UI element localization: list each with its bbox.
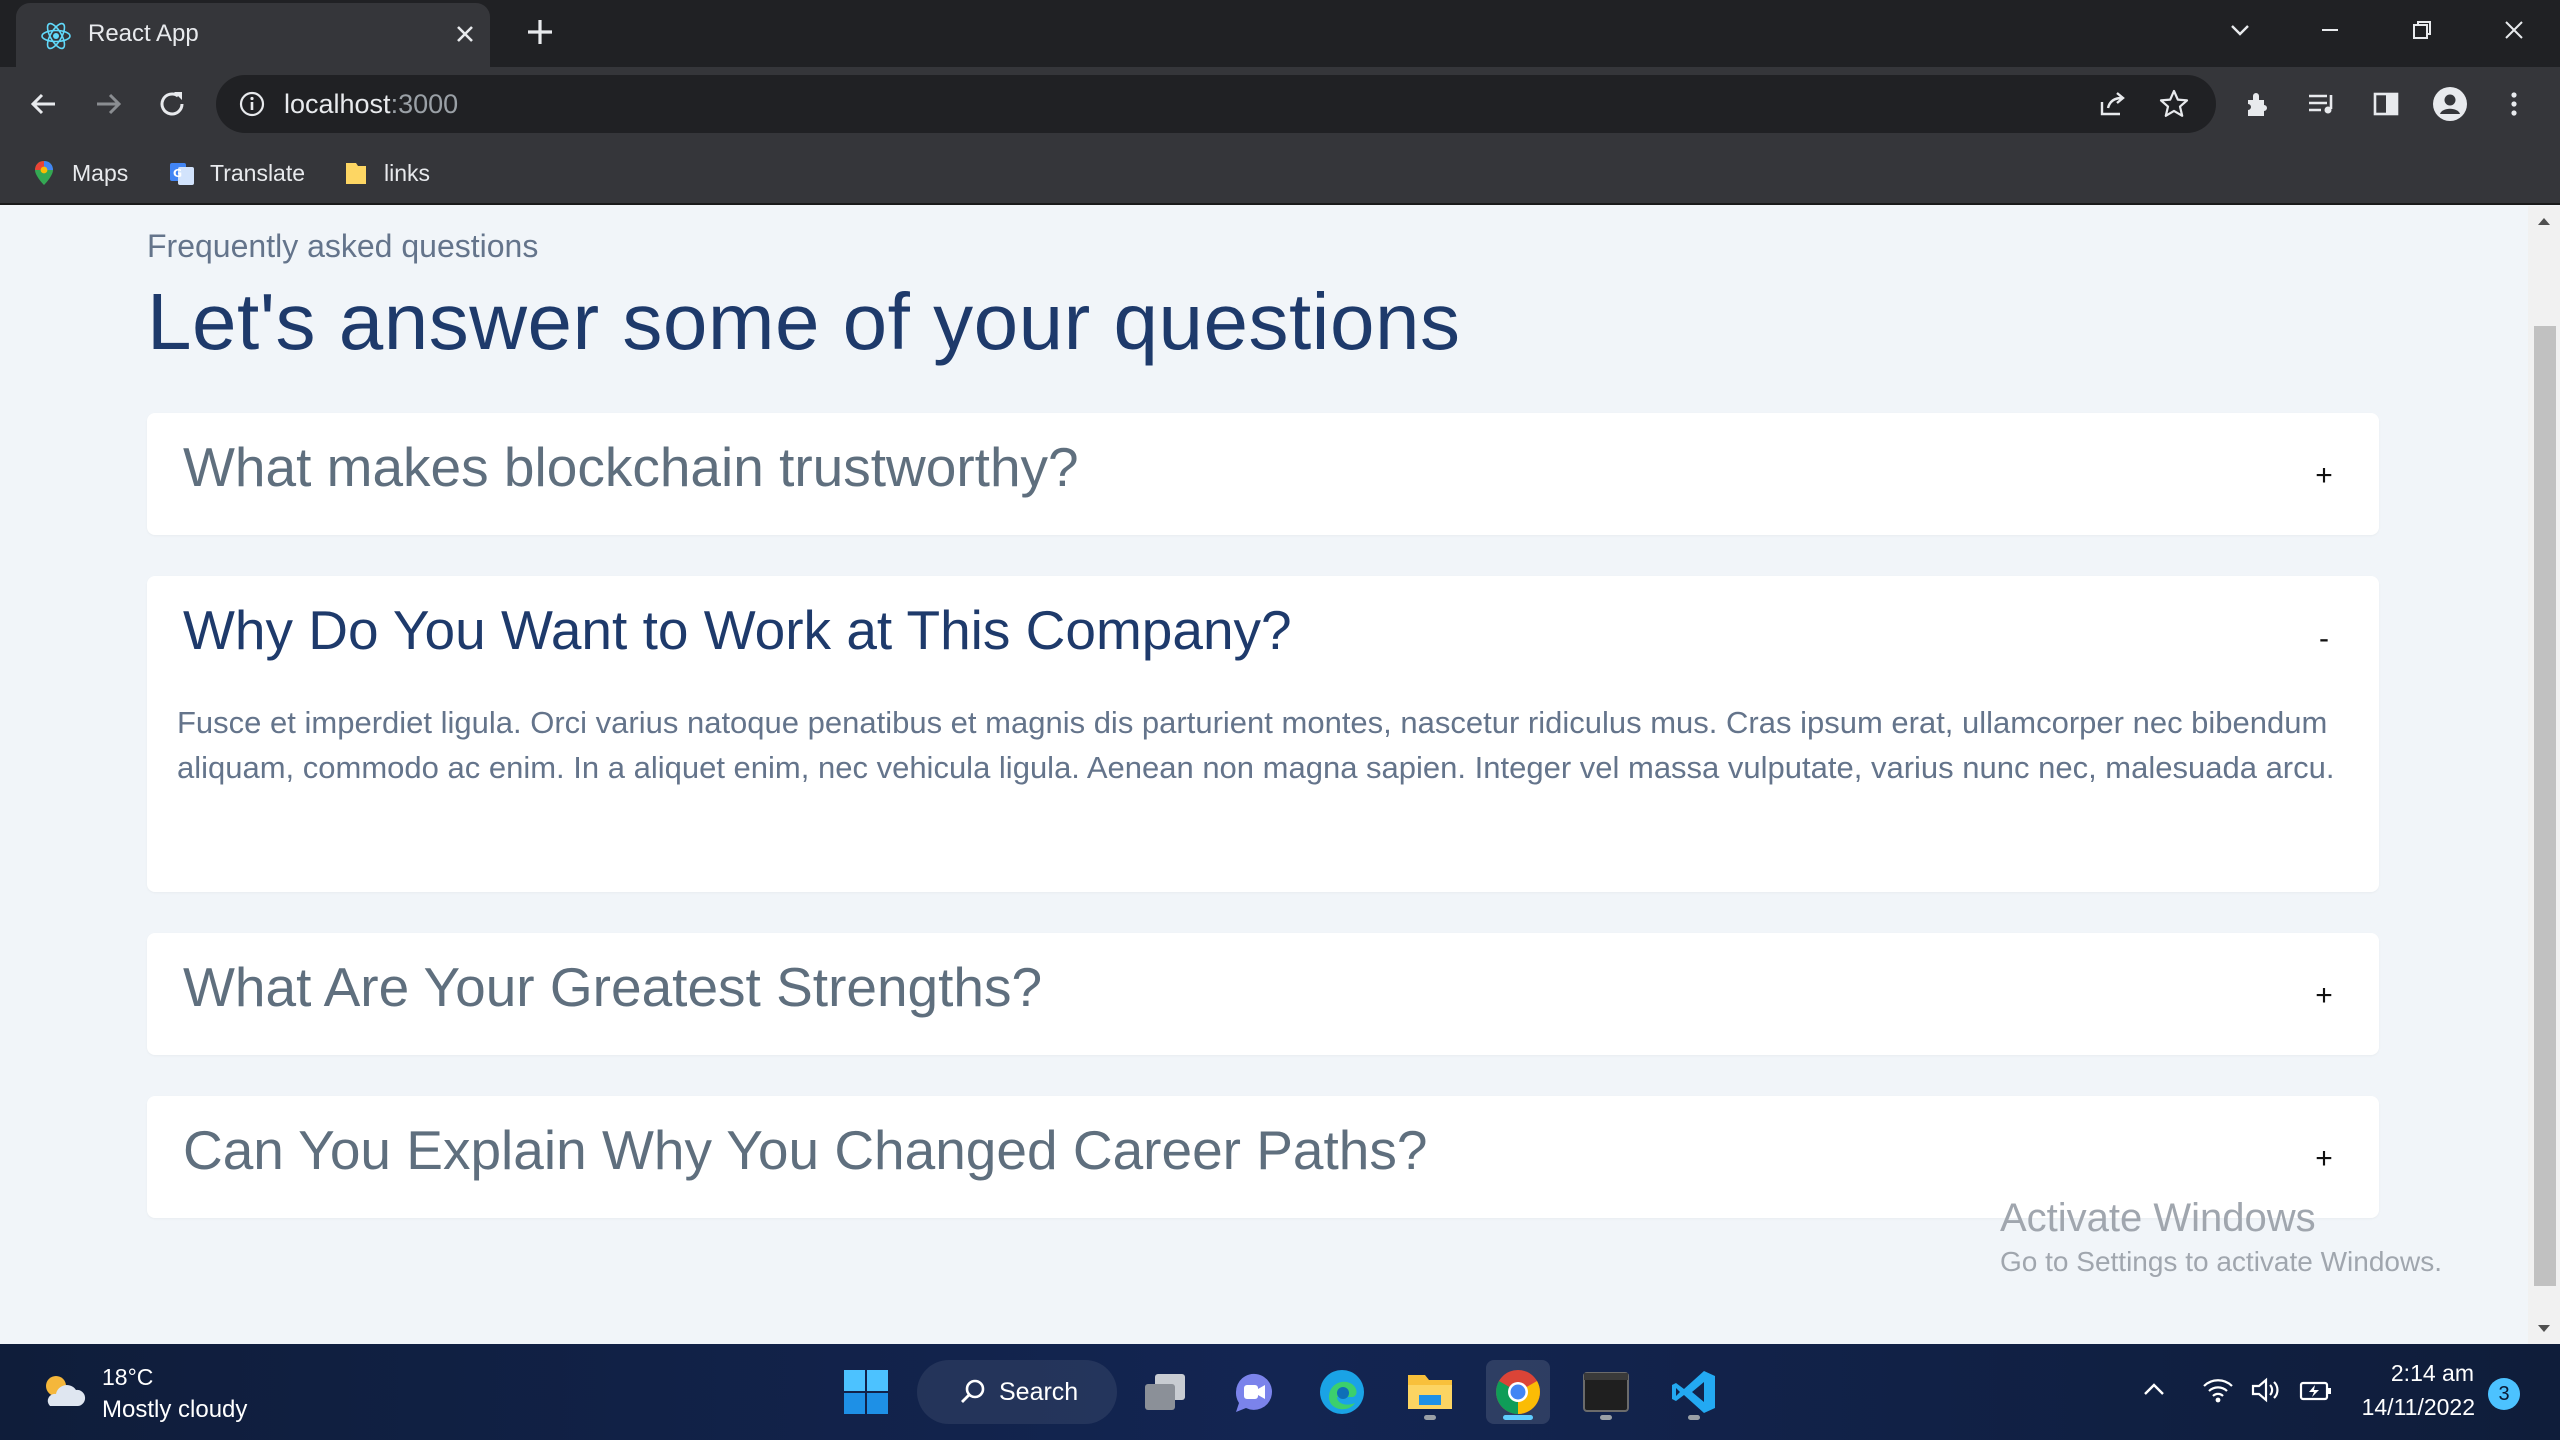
start-button[interactable] [834,1360,898,1424]
faq-item-open[interactable]: Why Do You Want to Work at This Company?… [147,576,2379,892]
clock-date[interactable]: 14/11/2022 [2355,1394,2475,1421]
faq-item[interactable]: What Are Your Greatest Strengths? + [147,933,2379,1055]
terminal-button[interactable] [1574,1360,1638,1424]
extensions-icon[interactable] [2240,86,2276,122]
expand-toggle[interactable]: + [2309,1144,2339,1174]
scroll-down-arrow-icon[interactable] [2528,1314,2560,1344]
browser-toolbar: localhost:3000 [0,67,2560,141]
collapse-toggle[interactable]: - [2309,624,2339,654]
profile-avatar-icon[interactable] [2432,86,2468,122]
url-port: :3000 [390,89,459,119]
notification-count-badge[interactable]: 3 [2488,1378,2520,1410]
partly-cloudy-icon[interactable] [36,1366,88,1418]
running-indicator [1424,1415,1436,1420]
windows-logo-icon [844,1370,888,1414]
page-title: Let's answer some of your questions [147,277,1461,366]
task-view-icon [1145,1374,1185,1410]
restore-icon[interactable] [2392,10,2452,50]
chrome-icon [1496,1370,1540,1414]
menu-kebab-icon[interactable] [2496,86,2532,122]
share-icon[interactable] [2096,88,2128,120]
scrollbar-thumb[interactable] [2534,326,2556,1286]
activation-watermark-subtitle: Go to Settings to activate Windows. [2000,1246,2442,1277]
activation-watermark-title: Activate Windows [2000,1196,2316,1240]
page-scrollbar[interactable] [2528,206,2560,1344]
url-host: localhost [284,89,391,119]
address-bar[interactable]: localhost:3000 [216,75,2216,133]
windows-taskbar: 18°C Mostly cloudy Search 2:14 am 14/11/… [0,1344,2560,1440]
battery-charging-icon[interactable] [2298,1372,2334,1408]
expand-toggle[interactable]: + [2309,461,2339,491]
side-panel-icon[interactable] [2368,86,2404,122]
page-viewport: Frequently asked questions Let's answer … [0,206,2528,1344]
back-icon[interactable] [22,82,66,126]
bookmarks-bar: Maps G Translate links [0,141,2560,205]
faq-question[interactable]: Can You Explain Why You Changed Career P… [183,1118,1427,1182]
bookmark-translate[interactable]: G Translate [168,155,305,191]
search-label: Search [999,1378,1079,1406]
tab-title: React App [88,20,199,47]
bookmark-maps[interactable]: Maps [30,155,128,191]
edge-button[interactable] [1310,1360,1374,1424]
clock-time[interactable]: 2:14 am [2390,1360,2474,1387]
file-explorer-icon [1408,1375,1452,1409]
bookmark-label: Maps [72,159,129,186]
browser-tab-bar: React App [0,0,2560,67]
media-controls-icon[interactable] [2304,86,2340,122]
edge-icon [1320,1370,1364,1414]
folder-icon [346,163,366,184]
forward-icon[interactable] [86,82,130,126]
url-text[interactable]: localhost:3000 [284,89,458,120]
vscode-icon [1672,1371,1715,1413]
chat-icon [1235,1373,1272,1412]
svg-text:G: G [173,167,182,180]
weather-description[interactable]: Mostly cloudy [102,1396,247,1424]
bookmark-folder-links[interactable]: links [342,155,430,191]
teams-chat-button[interactable] [1222,1360,1286,1424]
site-info-icon[interactable] [238,90,266,118]
wifi-icon[interactable] [2200,1372,2236,1408]
search-icon [961,1379,985,1403]
faq-question[interactable]: What Are Your Greatest Strengths? [183,955,1042,1019]
active-indicator [1503,1415,1533,1420]
minimize-icon[interactable] [2300,10,2360,50]
running-indicator [1688,1415,1700,1420]
reload-icon[interactable] [150,82,194,126]
bookmark-label: Translate [210,159,306,186]
chrome-button[interactable] [1486,1360,1550,1424]
task-view-button[interactable] [1134,1360,1198,1424]
react-logo-icon [41,22,71,50]
maps-icon [35,161,53,185]
faq-item[interactable]: What makes blockchain trustworthy? + [147,413,2379,535]
vscode-button[interactable] [1662,1360,1726,1424]
faq-question[interactable]: What makes blockchain trustworthy? [183,435,1079,499]
terminal-icon [1583,1372,1629,1412]
close-window-icon[interactable] [2484,10,2544,50]
weather-temperature[interactable]: 18°C [102,1364,153,1391]
translate-icon: G [170,163,194,185]
running-indicator [1600,1415,1612,1420]
file-explorer-button[interactable] [1398,1360,1462,1424]
bookmark-label: links [384,159,431,186]
expand-toggle[interactable]: + [2309,981,2339,1011]
taskbar-search-button[interactable]: Search [917,1360,1117,1424]
volume-icon[interactable] [2248,1372,2284,1408]
scroll-up-arrow-icon[interactable] [2528,206,2560,236]
new-tab-button[interactable] [520,12,560,52]
bookmark-star-icon[interactable] [2158,88,2190,120]
tab-search-chevron-icon[interactable] [2210,10,2270,50]
faq-question[interactable]: Why Do You Want to Work at This Company? [183,598,1292,662]
faq-kicker: Frequently asked questions [147,228,539,264]
close-tab-icon[interactable] [448,17,482,51]
show-hidden-icons-chevron-icon[interactable] [2136,1372,2172,1408]
faq-answer: Fusce et imperdiet ligula. Orci varius n… [177,705,2335,785]
browser-tab[interactable]: React App [16,3,490,67]
